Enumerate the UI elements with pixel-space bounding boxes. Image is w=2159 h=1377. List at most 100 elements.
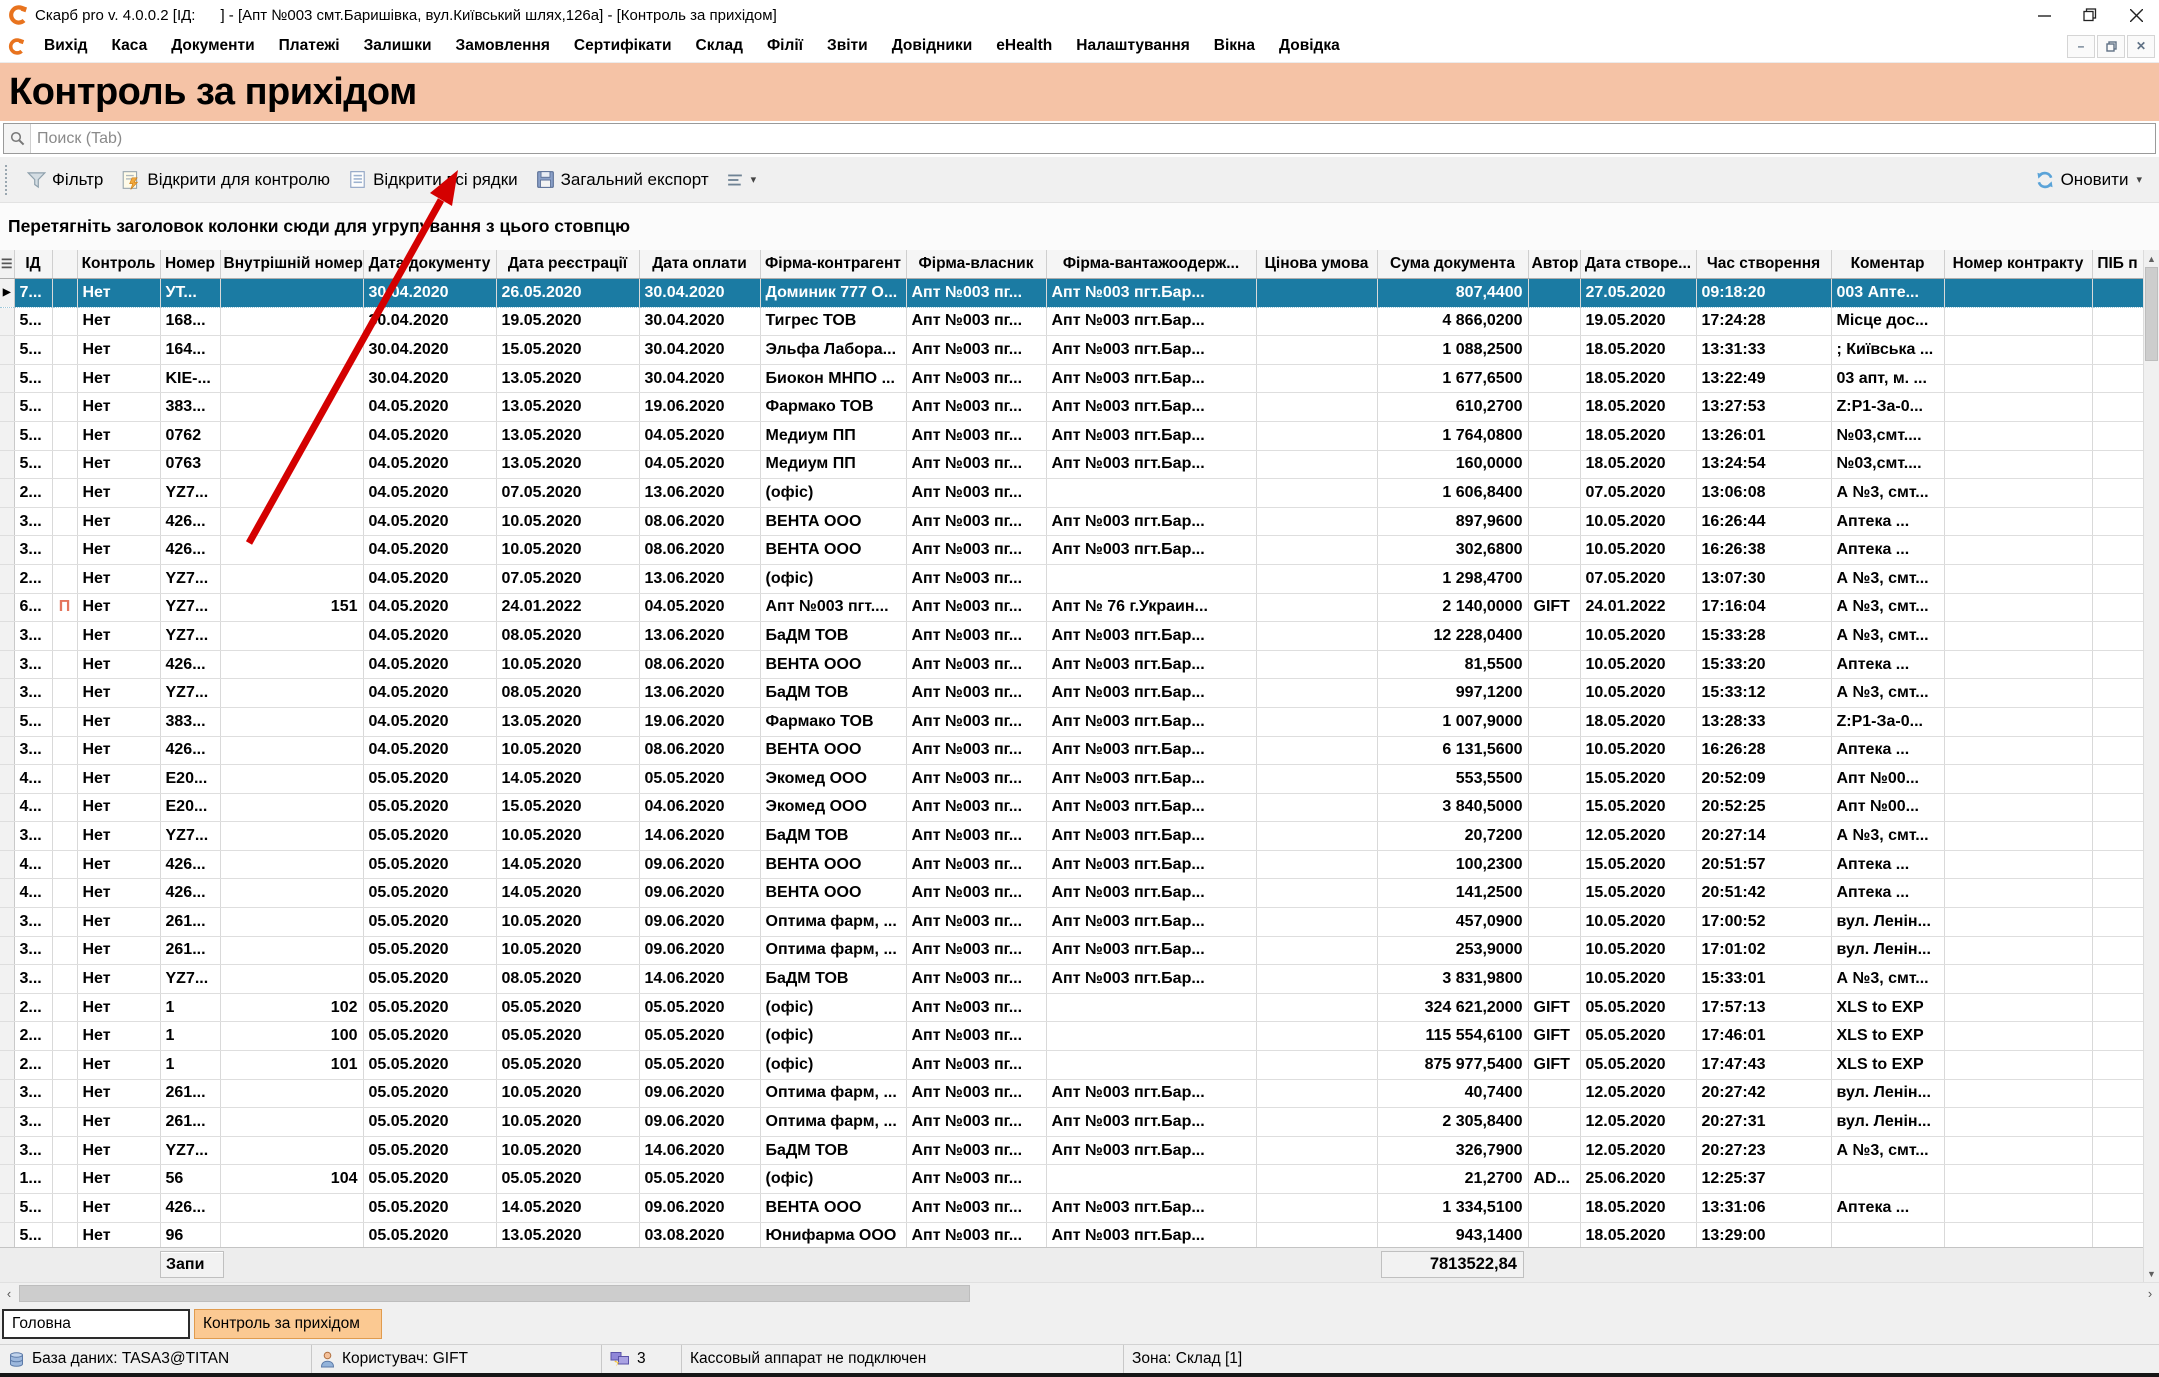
cell[interactable]: 3... xyxy=(14,908,52,937)
cell[interactable]: 3 840,5000 xyxy=(1377,793,1528,822)
cell[interactable]: 13:22:49 xyxy=(1696,364,1831,393)
cell[interactable]: БаДМ ТОВ xyxy=(760,965,906,994)
cell[interactable] xyxy=(1944,793,2092,822)
row-selector[interactable] xyxy=(0,507,14,536)
cell[interactable]: 5... xyxy=(14,450,52,479)
cell[interactable]: 17:01:02 xyxy=(1696,936,1831,965)
cell[interactable]: Апт №003 пгт.Бар... xyxy=(1046,364,1256,393)
cell[interactable]: 09.06.2020 xyxy=(639,850,760,879)
cell[interactable]: 15.05.2020 xyxy=(1580,765,1696,794)
cell[interactable] xyxy=(220,536,363,565)
cell[interactable]: А №3, смт... xyxy=(1831,679,1944,708)
cell[interactable]: 261... xyxy=(160,1108,220,1137)
cell[interactable]: 807,4400 xyxy=(1377,279,1528,308)
cell[interactable] xyxy=(1944,736,2092,765)
cell[interactable]: 102 xyxy=(220,993,363,1022)
cell[interactable]: 12:25:37 xyxy=(1696,1165,1831,1194)
cell[interactable]: А №3, смт... xyxy=(1831,965,1944,994)
cell[interactable]: 09:18:20 xyxy=(1696,279,1831,308)
cell[interactable] xyxy=(1256,793,1377,822)
cell[interactable]: Апт №003 пгт.Бар... xyxy=(1046,736,1256,765)
cell[interactable]: Апт №003 пгт.Бар... xyxy=(1046,279,1256,308)
cell[interactable]: Нет xyxy=(77,679,160,708)
cell[interactable] xyxy=(2092,364,2143,393)
cell[interactable] xyxy=(52,393,77,422)
cell[interactable]: (офіс) xyxy=(760,993,906,1022)
cell[interactable] xyxy=(1944,450,2092,479)
table-row[interactable]: 4...Нет426...05.05.202014.05.202009.06.2… xyxy=(0,850,2143,879)
cell[interactable]: 04.05.2020 xyxy=(363,564,496,593)
restore-button[interactable] xyxy=(2067,0,2113,30)
cell[interactable]: 15:33:20 xyxy=(1696,650,1831,679)
cell[interactable]: 05.05.2020 xyxy=(1580,1022,1696,1051)
cell[interactable]: Нет xyxy=(77,793,160,822)
cell[interactable]: 05.05.2020 xyxy=(363,1136,496,1165)
cell[interactable] xyxy=(1046,1051,1256,1080)
cell[interactable]: 12 228,0400 xyxy=(1377,622,1528,651)
cell[interactable] xyxy=(1046,1165,1256,1194)
cell[interactable]: 81,5500 xyxy=(1377,650,1528,679)
row-selector[interactable] xyxy=(0,850,14,879)
cell[interactable]: №03,смт.... xyxy=(1831,450,1944,479)
cell[interactable]: 16:26:44 xyxy=(1696,507,1831,536)
cell[interactable]: Нет xyxy=(77,421,160,450)
cell[interactable]: 04.05.2020 xyxy=(639,421,760,450)
cell[interactable] xyxy=(220,307,363,336)
cell[interactable]: Фармако ТОВ xyxy=(760,393,906,422)
cell[interactable]: 13.06.2020 xyxy=(639,564,760,593)
table-row[interactable]: 3...Нет426...04.05.202010.05.202008.06.2… xyxy=(0,507,2143,536)
cell[interactable]: Апт №003 пгт.Бар... xyxy=(1046,965,1256,994)
cell[interactable]: 101 xyxy=(220,1051,363,1080)
cell[interactable]: 6 131,5600 xyxy=(1377,736,1528,765)
cell[interactable]: 10.05.2020 xyxy=(496,650,639,679)
cell[interactable]: 04.05.2020 xyxy=(363,707,496,736)
table-row[interactable]: 2...Нет110105.05.202005.05.202005.05.202… xyxy=(0,1051,2143,1080)
table-row[interactable]: 3...НетYZ7...04.05.202008.05.202013.06.2… xyxy=(0,679,2143,708)
cell[interactable]: XLS to EXP xyxy=(1831,1051,1944,1080)
cell[interactable]: Апт №003 пг... xyxy=(906,707,1046,736)
cell[interactable]: Апт №003 пг... xyxy=(906,736,1046,765)
cell[interactable] xyxy=(1528,1079,1580,1108)
cell[interactable] xyxy=(2092,850,2143,879)
cell[interactable]: 04.05.2020 xyxy=(363,736,496,765)
cell[interactable]: Нет xyxy=(77,622,160,651)
cell[interactable]: А №3, смт... xyxy=(1831,622,1944,651)
cell[interactable]: 17:47:43 xyxy=(1696,1051,1831,1080)
cell[interactable] xyxy=(1256,965,1377,994)
cell[interactable]: 13.05.2020 xyxy=(496,393,639,422)
cell[interactable] xyxy=(1528,336,1580,365)
cell[interactable]: Тигрес ТОВ xyxy=(760,307,906,336)
cell[interactable]: Нет xyxy=(77,1051,160,1080)
menu-item[interactable]: eHealth xyxy=(984,37,1064,55)
cell[interactable]: 426... xyxy=(160,736,220,765)
cell[interactable]: YZ7... xyxy=(160,479,220,508)
cell[interactable]: 4... xyxy=(14,765,52,794)
cell[interactable]: 5... xyxy=(14,393,52,422)
cell[interactable]: 24.01.2022 xyxy=(1580,593,1696,622)
cell[interactable]: 17:16:04 xyxy=(1696,593,1831,622)
row-selector[interactable]: ▶ xyxy=(0,279,14,308)
cell[interactable]: 19.05.2020 xyxy=(1580,307,1696,336)
mdi-minimize-button[interactable]: – xyxy=(2067,35,2095,58)
cell[interactable] xyxy=(1528,679,1580,708)
cell[interactable] xyxy=(1256,564,1377,593)
cell[interactable] xyxy=(1528,908,1580,937)
row-selector[interactable] xyxy=(0,1165,14,1194)
cell[interactable] xyxy=(220,421,363,450)
cell[interactable] xyxy=(1528,564,1580,593)
cell[interactable]: 2 305,8400 xyxy=(1377,1108,1528,1137)
menu-item[interactable]: Замовлення xyxy=(444,37,562,55)
cell[interactable] xyxy=(1944,1108,2092,1137)
cell[interactable]: 27.05.2020 xyxy=(1580,279,1696,308)
cell[interactable]: Апт №003 пг... xyxy=(906,593,1046,622)
cell[interactable] xyxy=(220,765,363,794)
cell[interactable]: 30.04.2020 xyxy=(639,279,760,308)
cell[interactable] xyxy=(52,307,77,336)
cell[interactable]: 14.05.2020 xyxy=(496,1194,639,1223)
cell[interactable]: 897,9600 xyxy=(1377,507,1528,536)
cell[interactable]: 14.05.2020 xyxy=(496,879,639,908)
cell[interactable]: 1 xyxy=(160,993,220,1022)
cell[interactable] xyxy=(1256,879,1377,908)
cell[interactable]: Апт №003 пгт.Бар... xyxy=(1046,1194,1256,1223)
cell[interactable] xyxy=(220,564,363,593)
